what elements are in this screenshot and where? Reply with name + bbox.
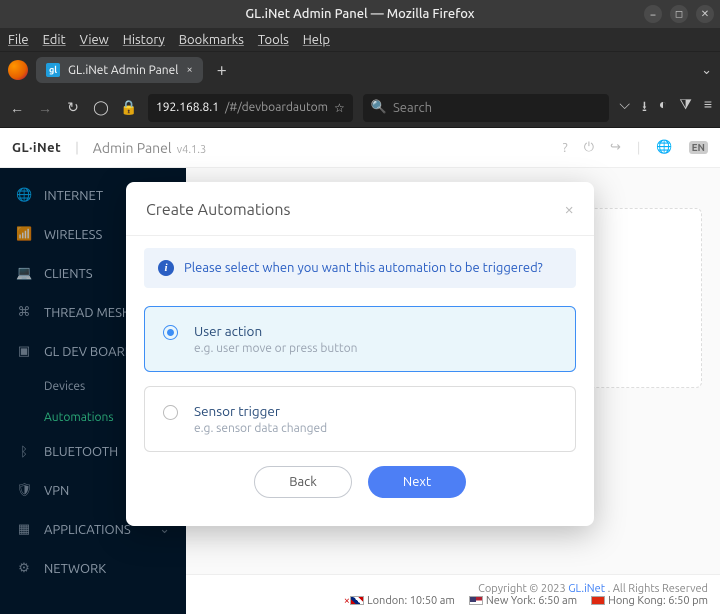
option-user-action[interactable]: User action e.g. user move or press butt…	[144, 306, 576, 372]
url-path: /#/devboardautom	[225, 101, 328, 114]
menu-tools[interactable]: Tools	[258, 33, 289, 47]
nav-forward-button[interactable]: →	[36, 100, 54, 116]
option-title: Sensor trigger	[194, 403, 327, 419]
search-icon: 🔍	[371, 100, 387, 115]
menu-help[interactable]: Help	[303, 33, 330, 47]
window-title: GL.iNet Admin Panel — Mozilla Firefox	[245, 7, 474, 21]
menu-edit[interactable]: Edit	[43, 33, 66, 47]
menu-history[interactable]: History	[123, 33, 165, 47]
lock-icon[interactable]: 🔒	[120, 99, 138, 116]
url-host: 192.168.8.1	[156, 101, 219, 114]
tab-favicon-icon: gl	[46, 63, 60, 77]
window-minimize-button[interactable]: –	[644, 5, 662, 23]
info-message: Please select when you want this automat…	[184, 261, 543, 275]
extensions-icon[interactable]: ⧩	[679, 96, 692, 120]
tab-strip: gl GL.iNet Admin Panel × + ⌄	[0, 52, 720, 88]
bookmark-star-icon[interactable]: ☆	[334, 101, 345, 115]
next-button[interactable]: Next	[368, 466, 466, 498]
info-icon: i	[158, 260, 174, 276]
menu-file[interactable]: File	[8, 33, 29, 47]
window-maximize-button[interactable]: ◻	[670, 5, 688, 23]
app-menu-button[interactable]: ≡	[704, 96, 712, 120]
shield-icon[interactable]: ◯	[92, 99, 110, 116]
modal-title: Create Automations	[146, 201, 290, 219]
create-automations-modal: Create Automations × i Please select whe…	[126, 182, 594, 526]
back-button[interactable]: Back	[254, 466, 352, 498]
page-content: GL·iNet | Admin Panel v4.1.3 ? ⏻ ↪ | 🌐 E…	[0, 128, 720, 614]
address-bar[interactable]: 192.168.8.1 /#/devboardautom ☆	[148, 94, 353, 122]
radio-icon	[163, 325, 178, 340]
window-close-button[interactable]: ✕	[696, 5, 714, 23]
tabs-overflow-button[interactable]: ⌄	[701, 63, 712, 78]
menu-view[interactable]: View	[80, 33, 109, 47]
radio-icon	[163, 405, 178, 420]
nav-reload-button[interactable]: ↻	[64, 99, 82, 116]
search-placeholder: Search	[393, 101, 432, 115]
option-subtitle: e.g. user move or press button	[194, 342, 358, 355]
search-bar[interactable]: 🔍 Search	[363, 94, 610, 122]
new-tab-button[interactable]: +	[211, 60, 233, 80]
browser-menubar: File Edit View History Bookmarks Tools H…	[0, 28, 720, 52]
option-subtitle: e.g. sensor data changed	[194, 422, 327, 435]
modal-close-button[interactable]: ×	[564, 200, 574, 219]
window-titlebar: GL.iNet Admin Panel — Mozilla Firefox – …	[0, 0, 720, 28]
toolbar: ← → ↻ ◯ 🔒 192.168.8.1 /#/devboardautom ☆…	[0, 88, 720, 128]
option-title: User action	[194, 323, 358, 339]
browser-tab[interactable]: gl GL.iNet Admin Panel ×	[36, 57, 203, 83]
nav-back-button[interactable]: ←	[8, 100, 26, 116]
tab-title: GL.iNet Admin Panel	[68, 64, 178, 77]
pocket-icon[interactable]: ⌵	[619, 96, 630, 120]
info-banner: i Please select when you want this autom…	[144, 248, 576, 288]
downloads-icon[interactable]: ⭳	[642, 96, 647, 120]
account-icon[interactable]: ◐	[659, 96, 667, 120]
menu-bookmarks[interactable]: Bookmarks	[179, 33, 244, 47]
option-sensor-trigger[interactable]: Sensor trigger e.g. sensor data changed	[144, 386, 576, 452]
firefox-logo-icon	[8, 60, 28, 80]
tab-close-button[interactable]: ×	[186, 64, 192, 76]
